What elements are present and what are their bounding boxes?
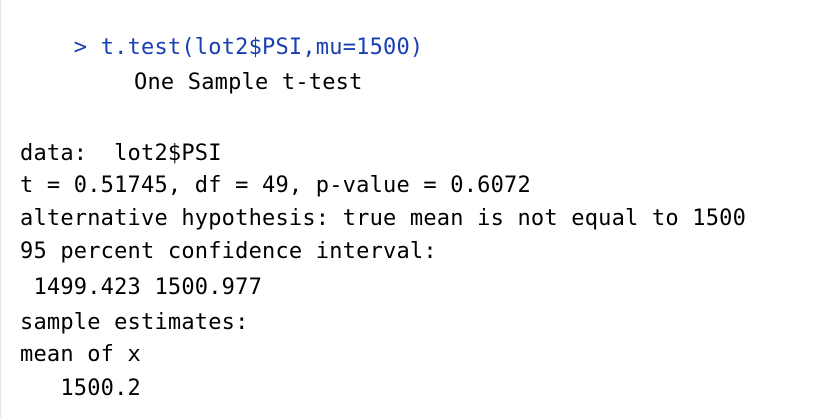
estimate-value: 1500.2 xyxy=(20,376,142,401)
r-console: > t.test(lot2$PSI,mu=1500) One Sample t-… xyxy=(0,0,830,418)
alternative-hypothesis-line: alternative hypothesis: true mean is not… xyxy=(20,206,747,231)
stats-line: t = 0.51745, df = 49, p-value = 0.6072 xyxy=(20,173,531,198)
confidence-interval-values: 1499.423 1500.977 xyxy=(20,275,263,300)
confidence-interval-label: 95 percent confidence interval: xyxy=(20,239,437,264)
test-title: One Sample t-test xyxy=(134,70,363,95)
prompt-symbol: > xyxy=(73,35,88,60)
sample-estimates-label: sample estimates: xyxy=(20,310,249,335)
command-line[interactable]: > t.test(lot2$PSI,mu=1500) xyxy=(20,3,423,60)
estimate-name: mean of x xyxy=(20,342,142,367)
command-text: t.test(lot2$PSI,mu=1500) xyxy=(100,35,424,60)
data-line: data: lot2$PSI xyxy=(20,141,222,166)
